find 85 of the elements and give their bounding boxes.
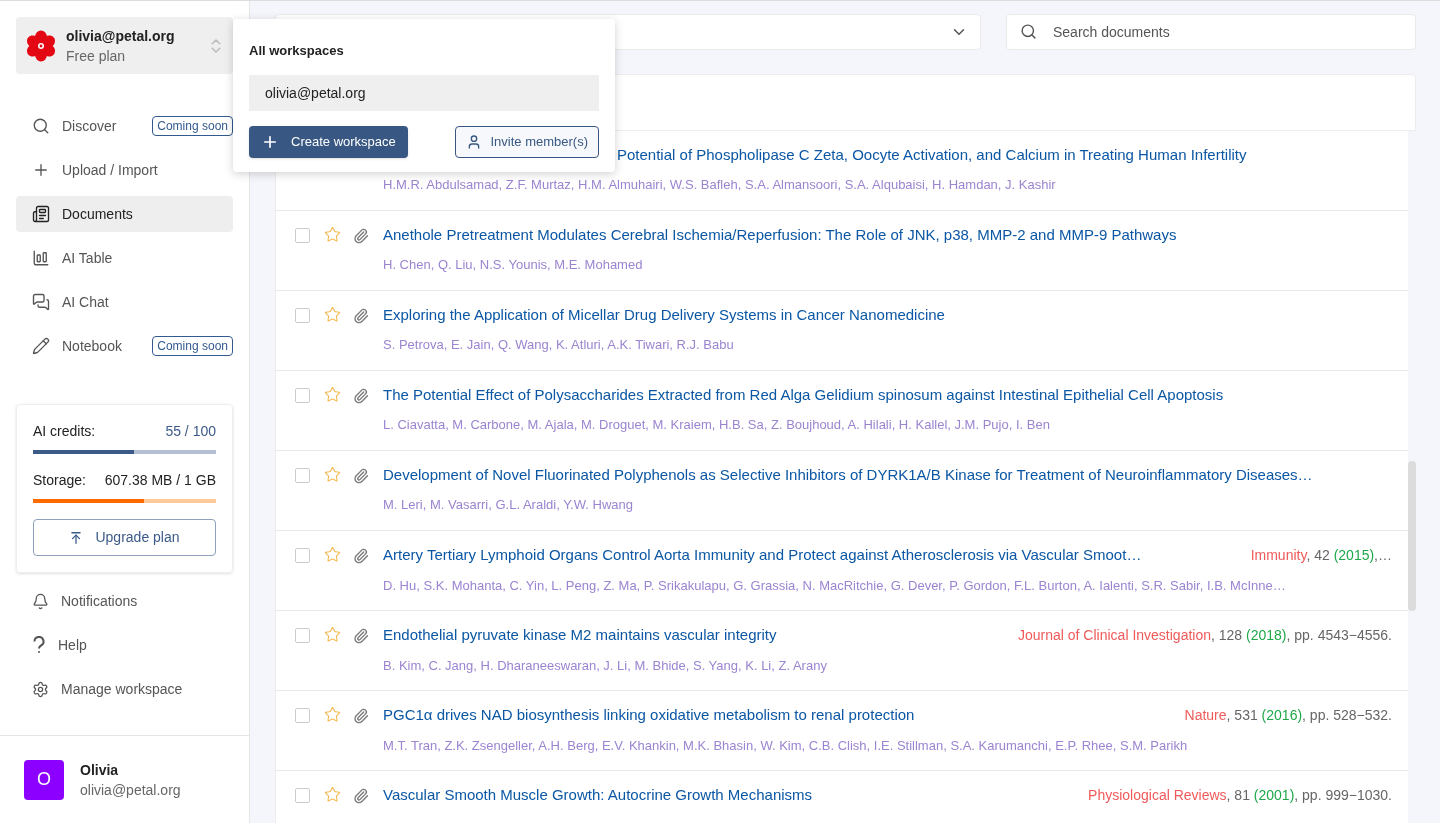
document-title[interactable]: Endothelial pyruvate kinase M2 maintains vascular integrity [383, 625, 1010, 645]
pencil-icon [32, 337, 50, 355]
document-title[interactable]: Development of Novel Fluorinated Polyphenols as Selective Inhibitors of DYRK1A/B Kinase for Treatment of Neuroinflammatory Diseases… [383, 465, 1392, 485]
star-icon[interactable] [324, 466, 341, 483]
workspace-switcher[interactable]: olivia@petal.org Free plan [16, 17, 233, 74]
chart-icon [32, 249, 50, 267]
upload-icon [69, 530, 84, 545]
workspace-name: olivia@petal.org [66, 26, 176, 46]
row-checkbox[interactable] [295, 228, 310, 243]
upgrade-button[interactable]: Upgrade plan [33, 519, 216, 556]
nav-item[interactable]: AI Chat [16, 284, 233, 320]
document-title[interactable]: Artery Tertiary Lymphoid Organs Control Aorta Immunity and Protect against Atherosclerosis via Vascular Smoot… [383, 545, 1243, 565]
search-icon [1020, 23, 1037, 40]
plan-label: Free plan [66, 46, 127, 66]
plus-icon [261, 133, 279, 151]
document-title[interactable]: Vascular Smooth Muscle Growth: Autocrine Growth Mechanisms [383, 785, 1081, 805]
user-avatar: O [24, 759, 64, 800]
attachment-icon [353, 228, 369, 244]
row-checkbox[interactable] [295, 308, 310, 323]
nav-item[interactable]: AI Table [16, 240, 233, 276]
citation: Physiological Reviews, 81 (2001), pp. 999−1030. [1088, 786, 1392, 805]
citation: Immunity, 42 (2015),… [1250, 546, 1392, 565]
nav-item[interactable]: Manage workspace [16, 671, 233, 707]
document-title[interactable]: PGC1α drives NAD biosynthesis linking oxidative metabolism to renal protection [383, 705, 1177, 725]
nav-item[interactable]: Notebook Coming soon [16, 328, 233, 364]
coming-soon-tag: Coming soon [152, 336, 233, 356]
row-checkbox[interactable] [295, 708, 310, 723]
create-workspace-button[interactable]: Create workspace [249, 126, 408, 158]
star-icon[interactable] [324, 226, 341, 243]
star-icon[interactable] [324, 786, 341, 803]
invite-button[interactable]: Invite member(s) [455, 126, 599, 158]
row-checkbox[interactable] [295, 788, 310, 803]
star-icon[interactable] [324, 546, 341, 563]
attachment-icon [353, 468, 369, 484]
bell-icon [32, 592, 49, 610]
star-icon[interactable] [324, 706, 341, 723]
document-authors: S. Petrova, E. Jain, Q. Wang, K. Atluri, A.K. Tiwari, R.J. Babu [383, 337, 735, 353]
user-name: Olivia [80, 760, 120, 780]
search-field[interactable]: Search documents [1006, 14, 1416, 50]
usage-reading: 55 / 100 [165, 422, 216, 441]
citation: Journal of Clinical Investigation, 128 (2018), pp. 4543−4556. [1018, 626, 1392, 645]
attachment-icon [353, 628, 369, 644]
document-title[interactable]: Potential of Phospholipase C Zeta, Oocyte Activation, and Calcium in Treating Human Infertility [617, 145, 1392, 165]
row-checkbox[interactable] [295, 468, 310, 483]
nav-item[interactable]: Help [16, 627, 233, 663]
document-title[interactable]: Anethole Pretreatment Modulates Cerebral Ischemia/Reperfusion: The Role of JNK, p38, MMP-2 and MMP-9 Pathways [383, 225, 1392, 245]
nav-item[interactable]: Discover Coming soon [16, 108, 233, 144]
attachment-icon [353, 548, 369, 564]
menu-title: All workspaces [249, 42, 345, 60]
nav-item[interactable]: Notifications [16, 583, 233, 619]
scrollbar-thumb[interactable] [1408, 461, 1416, 611]
help-icon [32, 636, 46, 654]
nav-item[interactable]: Upload / Import [16, 152, 233, 188]
document-authors: M.T. Tran, Z.K. Zsengeller, A.H. Berg, E.V. Khankin, M.K. Bhasin, W. Kim, C.B. Clish, I.E. Stillman, S.A. Karumanchi, E.P. Rhee, S.M. Parikh [383, 738, 1189, 754]
document-authors: D. Hu, S.K. Mohanta, C. Yin, L. Peng, Z. Ma, P. Srikakulapu, G. Grassia, N. MacRitchie, G. Dever, P. Gordon, F.L. Burton, A. Ialenti, S.R. Sabir, I.B. McInne… [383, 578, 1287, 594]
user-email: olivia@petal.org [80, 780, 181, 800]
settings-icon [32, 680, 49, 698]
row-checkbox[interactable] [295, 548, 310, 563]
document-title[interactable]: The Potential Effect of Polysaccharides Extracted from Red Alga Gelidium spinosum against Intestinal Epithelial Cell Apoptosis [383, 385, 1392, 405]
document-authors: H.M.R. Abdulsamad, Z.F. Murtaz, H.M. Almuhairi, W.S. Bafleh, S.A. Almansoori, S.A. Alqubaisi, H. Hamdan, J. Kashir [383, 177, 1057, 193]
attachment-icon [353, 708, 369, 724]
document-title[interactable]: Exploring the Application of Micellar Drug Delivery Systems in Cancer Nanomedicine [383, 305, 1392, 325]
document-authors: M. Leri, M. Vasarri, G.L. Araldi, Y.W. Hwang [383, 497, 634, 513]
search-icon [32, 117, 50, 135]
usage-label: Storage: [33, 471, 86, 490]
document-authors: H. Chen, Q. Liu, N.S. Younis, M.E. Mohamed [383, 257, 644, 273]
flower-logo-icon [24, 28, 58, 63]
document-list-icon [32, 205, 50, 223]
attachment-icon [353, 308, 369, 324]
star-icon[interactable] [324, 306, 341, 323]
document-authors: B. Kim, C. Jang, H. Dharaneeswaran, J. Li, M. Bhide, S. Yang, K. Li, Z. Arany [383, 658, 828, 674]
attachment-icon [353, 388, 369, 404]
star-icon[interactable] [324, 386, 341, 403]
row-checkbox[interactable] [295, 628, 310, 643]
attachment-icon [353, 788, 369, 804]
usage-reading: 607.38 MB / 1 GB [104, 471, 216, 490]
citation: Nature, 531 (2016), pp. 528−532. [1184, 706, 1392, 725]
chat-icon [32, 293, 50, 311]
usage-label: AI credits: [33, 422, 96, 441]
workspace-option[interactable]: olivia@petal.org [249, 75, 599, 111]
row-checkbox[interactable] [295, 388, 310, 403]
nav-item[interactable]: Documents [16, 196, 233, 232]
star-icon[interactable] [324, 626, 341, 643]
plus-icon [32, 161, 50, 179]
document-authors: L. Ciavatta, M. Carbone, M. Ajala, M. Droguet, M. Kraiem, H.B. Sa, Z. Boujhoud, A. Hilali, H. Kallel, J.M. Pujo, I. Ben [383, 417, 1051, 433]
